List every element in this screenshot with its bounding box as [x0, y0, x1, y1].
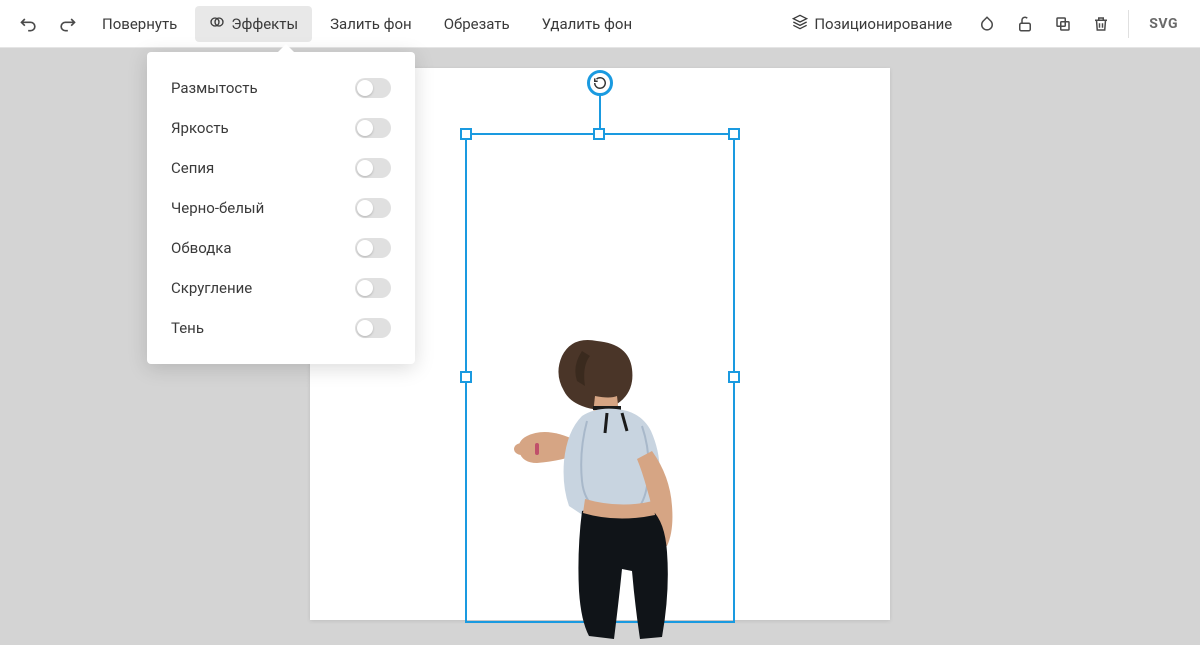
effect-row-rounding: Скругление: [147, 268, 415, 308]
effect-toggle-bw[interactable]: [355, 198, 391, 218]
rotate-label: Повернуть: [102, 15, 177, 33]
crop-button[interactable]: Обрезать: [430, 7, 524, 41]
positioning-label: Позиционирование: [814, 15, 952, 33]
resize-handle-tm[interactable]: [593, 128, 605, 140]
opacity-button[interactable]: [970, 7, 1004, 41]
format-label: SVG: [1139, 16, 1188, 32]
effect-label: Скругление: [171, 279, 252, 297]
effects-label: Эффекты: [231, 15, 298, 33]
effect-row-bw: Черно-белый: [147, 188, 415, 228]
lock-button[interactable]: [1008, 7, 1042, 41]
fill-bg-label: Залить фон: [330, 15, 412, 33]
resize-handle-tr[interactable]: [728, 128, 740, 140]
effect-label: Сепия: [171, 159, 214, 177]
effects-icon: [209, 14, 225, 34]
effect-toggle-outline[interactable]: [355, 238, 391, 258]
effect-row-sepia: Сепия: [147, 148, 415, 188]
effect-toggle-brightness[interactable]: [355, 118, 391, 138]
toolbar: Повернуть Эффекты Залить фон Обрезать Уд…: [0, 0, 1200, 48]
effect-label: Тень: [171, 319, 204, 337]
divider: [1128, 10, 1129, 38]
positioning-button[interactable]: Позиционирование: [778, 6, 966, 42]
resize-handle-ml[interactable]: [460, 371, 472, 383]
resize-handle-tl[interactable]: [460, 128, 472, 140]
delete-button[interactable]: [1084, 7, 1118, 41]
effect-row-shadow: Тень: [147, 308, 415, 348]
remove-bg-button[interactable]: Удалить фон: [528, 7, 647, 41]
duplicate-button[interactable]: [1046, 7, 1080, 41]
effect-row-outline: Обводка: [147, 228, 415, 268]
effect-label: Черно-белый: [171, 199, 264, 217]
effect-label: Размытость: [171, 79, 258, 97]
undo-button[interactable]: [12, 7, 46, 41]
effect-toggle-rounding[interactable]: [355, 278, 391, 298]
fill-bg-button[interactable]: Залить фон: [316, 7, 426, 41]
effect-toggle-blur[interactable]: [355, 78, 391, 98]
selected-image[interactable]: [487, 321, 717, 641]
crop-label: Обрезать: [444, 15, 510, 33]
effect-toggle-shadow[interactable]: [355, 318, 391, 338]
resize-handle-mr[interactable]: [728, 371, 740, 383]
rotate-handle[interactable]: [587, 70, 613, 96]
redo-button[interactable]: [50, 7, 84, 41]
remove-bg-label: Удалить фон: [542, 15, 633, 33]
effect-label: Яркость: [171, 119, 229, 137]
effects-button[interactable]: Эффекты: [195, 6, 312, 42]
rotate-button[interactable]: Повернуть: [88, 7, 191, 41]
layers-icon: [792, 14, 808, 34]
effect-row-blur: Размытость: [147, 68, 415, 108]
effect-label: Обводка: [171, 239, 232, 257]
effect-row-brightness: Яркость: [147, 108, 415, 148]
effects-dropdown: Размытость Яркость Сепия Черно-белый Обв…: [147, 52, 415, 364]
selection-box[interactable]: [465, 133, 735, 623]
effect-toggle-sepia[interactable]: [355, 158, 391, 178]
